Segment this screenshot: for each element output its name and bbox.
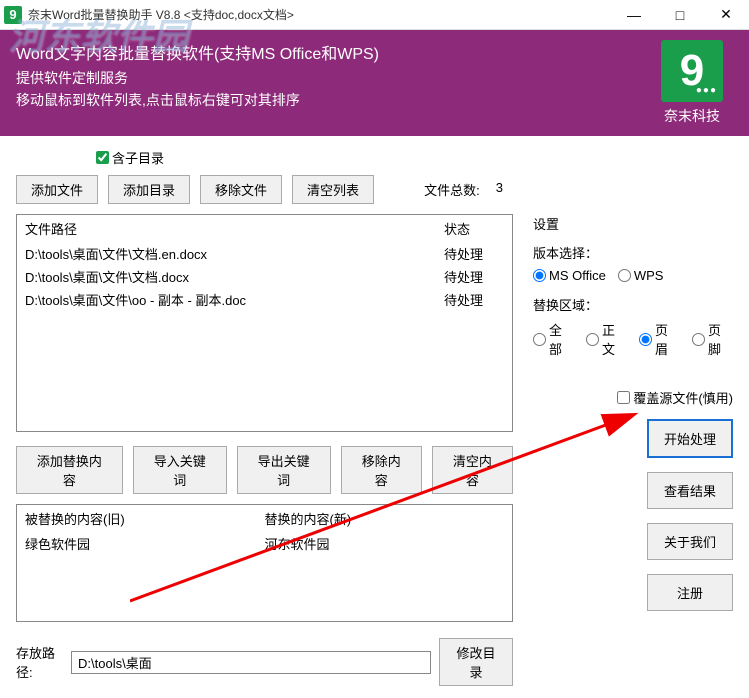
import-keywords-button[interactable]: 导入关键词 — [133, 446, 227, 494]
remove-file-button[interactable]: 移除文件 — [200, 175, 282, 204]
new-text: 河东软件园 — [265, 534, 505, 553]
table-row[interactable]: D:\tools\桌面\文件\oo - 副本 - 副本.doc待处理 — [17, 288, 512, 311]
app-icon: 9 — [4, 6, 22, 24]
radio-body[interactable]: 正文 — [586, 320, 627, 358]
include-subdirs-checkbox[interactable]: 含子目录 — [96, 148, 164, 167]
minimize-button[interactable]: — — [611, 0, 657, 30]
col-header-new: 替换的内容(新) — [265, 509, 505, 528]
file-count-label: 文件总数: — [424, 180, 480, 199]
header-title: Word文字内容批量替换软件(支持MS Office和WPS) — [16, 40, 379, 64]
settings-title: 设置 — [533, 214, 733, 233]
version-label: 版本选择： — [533, 243, 733, 262]
file-path: D:\tools\桌面\文件\oo - 副本 - 副本.doc — [25, 290, 444, 309]
col-header-old: 被替换的内容(旧) — [25, 509, 265, 528]
brand-logo: 9 ●●● 奈末科技 — [661, 40, 723, 126]
start-button[interactable]: 开始处理 — [647, 419, 733, 458]
maximize-button[interactable]: □ — [657, 0, 703, 30]
table-row[interactable]: D:\tools\桌面\文件\文档.en.docx待处理 — [17, 242, 512, 265]
area-label: 替换区域： — [533, 295, 733, 314]
file-path: D:\tools\桌面\文件\文档.docx — [25, 267, 444, 286]
table-row[interactable]: 绿色软件园河东软件园 — [17, 532, 512, 555]
header-subtitle1: 提供软件定制服务 — [16, 68, 379, 88]
col-header-status: 状态 — [444, 219, 504, 238]
clear-content-button[interactable]: 清空内容 — [432, 446, 513, 494]
clear-list-button[interactable]: 清空列表 — [292, 175, 374, 204]
remove-content-button[interactable]: 移除内容 — [341, 446, 422, 494]
overwrite-checkbox[interactable]: 覆盖源文件(慎用) — [617, 388, 733, 407]
close-button[interactable]: ✕ — [703, 0, 749, 30]
file-status: 待处理 — [444, 244, 504, 263]
about-button[interactable]: 关于我们 — [647, 523, 733, 560]
save-path-label: 存放路径: — [16, 643, 63, 681]
file-status: 待处理 — [444, 267, 504, 286]
register-button[interactable]: 注册 — [647, 574, 733, 611]
header-banner: Word文字内容批量替换软件(支持MS Office和WPS) 提供软件定制服务… — [0, 30, 749, 136]
add-replace-button[interactable]: 添加替换内容 — [16, 446, 123, 494]
view-result-button[interactable]: 查看结果 — [647, 472, 733, 509]
file-list-table[interactable]: 文件路径 状态 D:\tools\桌面\文件\文档.en.docx待处理D:\t… — [16, 214, 513, 432]
add-file-button[interactable]: 添加文件 — [16, 175, 98, 204]
radio-msoffice[interactable]: MS Office — [533, 268, 606, 283]
file-count-value: 3 — [496, 180, 503, 199]
old-text: 绿色软件园 — [25, 534, 265, 553]
export-keywords-button[interactable]: 导出关键词 — [237, 446, 331, 494]
replace-table[interactable]: 被替换的内容(旧) 替换的内容(新) 绿色软件园河东软件园 — [16, 504, 513, 622]
file-status: 待处理 — [444, 290, 504, 309]
logo-dots-icon: ●●● — [696, 85, 717, 96]
brand-name: 奈末科技 — [661, 106, 723, 126]
file-path: D:\tools\桌面\文件\文档.en.docx — [25, 244, 444, 263]
radio-all[interactable]: 全部 — [533, 320, 574, 358]
save-path-input[interactable] — [71, 651, 431, 674]
col-header-path: 文件路径 — [25, 219, 444, 238]
radio-header[interactable]: 页眉 — [639, 320, 680, 358]
radio-wps[interactable]: WPS — [618, 268, 664, 283]
logo-icon: 9 ●●● — [661, 40, 723, 102]
window-title: 奈末Word批量替换助手 V8.8 <支持doc,docx文档> — [28, 6, 611, 23]
change-dir-button[interactable]: 修改目录 — [439, 638, 513, 686]
titlebar: 9 奈末Word批量替换助手 V8.8 <支持doc,docx文档> — □ ✕ — [0, 0, 749, 30]
add-dir-button[interactable]: 添加目录 — [108, 175, 190, 204]
header-subtitle2: 移动鼠标到软件列表,点击鼠标右键可对其排序 — [16, 90, 379, 110]
radio-footer[interactable]: 页脚 — [692, 320, 733, 358]
table-row[interactable]: D:\tools\桌面\文件\文档.docx待处理 — [17, 265, 512, 288]
